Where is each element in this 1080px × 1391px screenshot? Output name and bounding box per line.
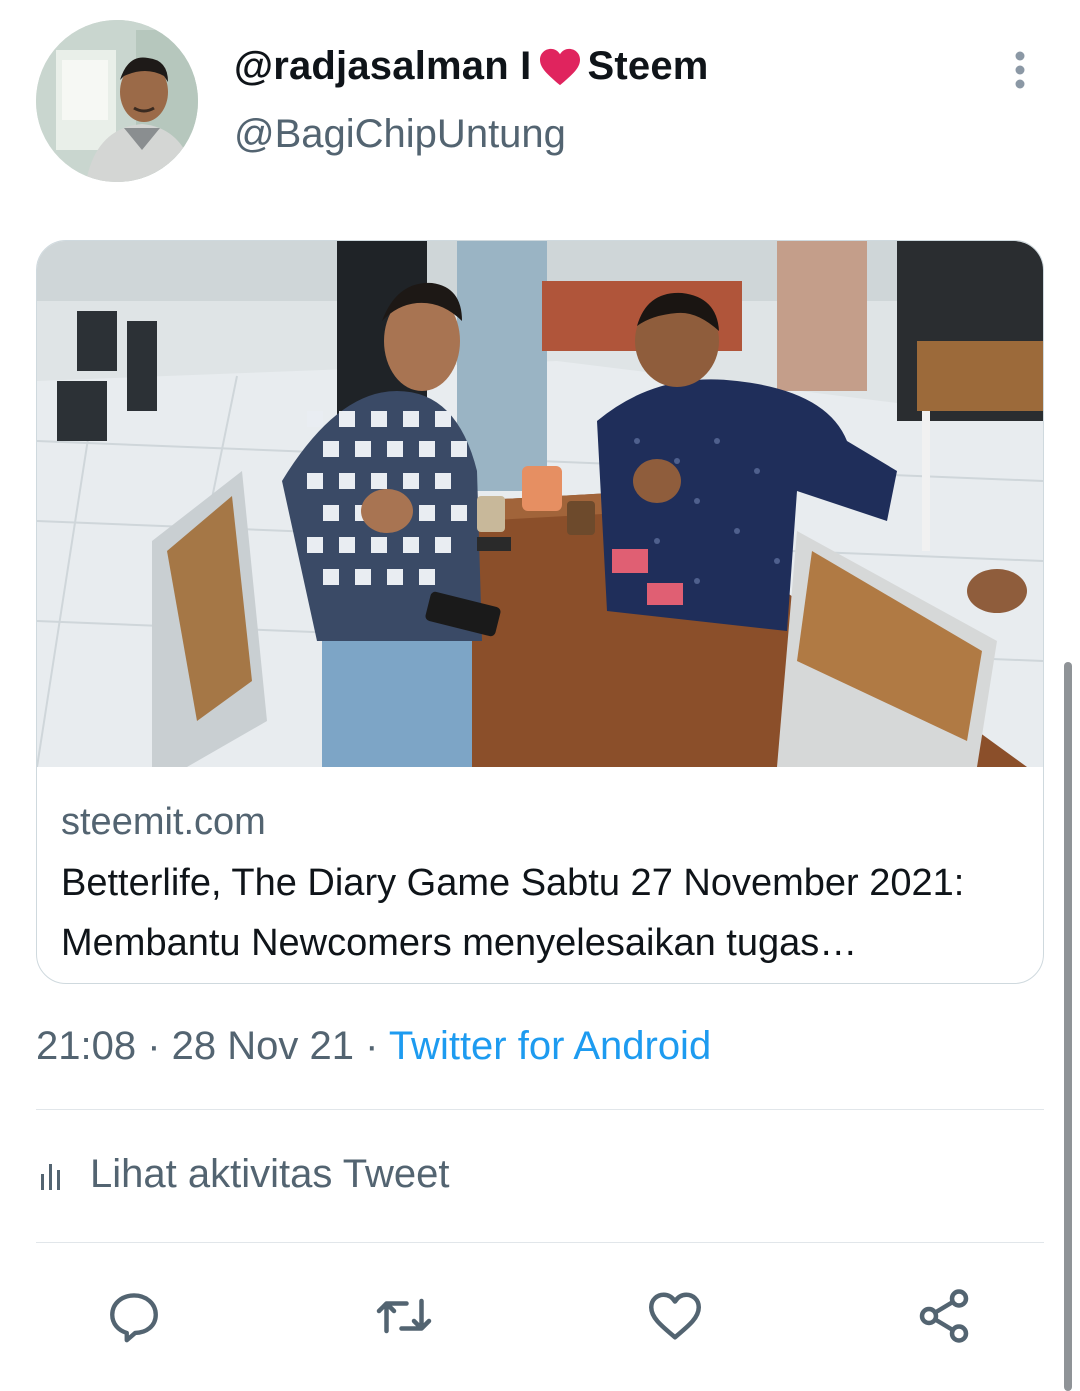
tweet-meta: 21:08 · 28 Nov 21 · Twitter for Android [36,1024,711,1069]
reply-icon [110,1293,158,1343]
heart-icon [538,47,582,87]
bar-chart-icon [41,1163,60,1190]
like-icon [649,1292,701,1340]
scrollbar[interactable] [1064,662,1072,1391]
link-card[interactable]: steemit.com Betterlife, The Diary Game S… [36,240,1044,984]
tweet-time[interactable]: 21:08 [36,1024,136,1068]
display-name-suffix: Steem [587,44,709,88]
retweet-icon [376,1298,432,1334]
divider [36,1109,1044,1110]
tweet-activity-label: Lihat aktivitas Tweet [90,1152,450,1196]
more-options-button[interactable] [1004,48,1036,92]
author-display-name[interactable]: @radjasalman I Steem [234,44,709,89]
tweet-date[interactable]: 28 Nov 21 [172,1024,354,1068]
tweet-activity-link[interactable]: Lihat aktivitas Tweet [40,1152,449,1197]
meta-separator: · [354,1024,389,1068]
reply-button[interactable] [104,1286,164,1346]
like-button[interactable] [645,1286,705,1346]
link-card-domain: steemit.com [61,801,266,843]
share-icon [919,1289,969,1343]
link-card-image [37,241,1043,767]
meta-separator: · [136,1024,172,1068]
tweet-source-link[interactable]: Twitter for Android [389,1024,711,1068]
display-name-text: @radjasalman I [234,44,532,88]
more-vertical-icon [1015,51,1025,89]
share-button[interactable] [914,1286,974,1346]
author-handle[interactable]: @BagiChipUntung [234,112,566,157]
author-avatar[interactable] [36,20,198,182]
retweet-button[interactable] [374,1286,434,1346]
divider [36,1242,1044,1243]
link-card-title: Betterlife, The Diary Game Sabtu 27 Nove… [61,862,965,964]
